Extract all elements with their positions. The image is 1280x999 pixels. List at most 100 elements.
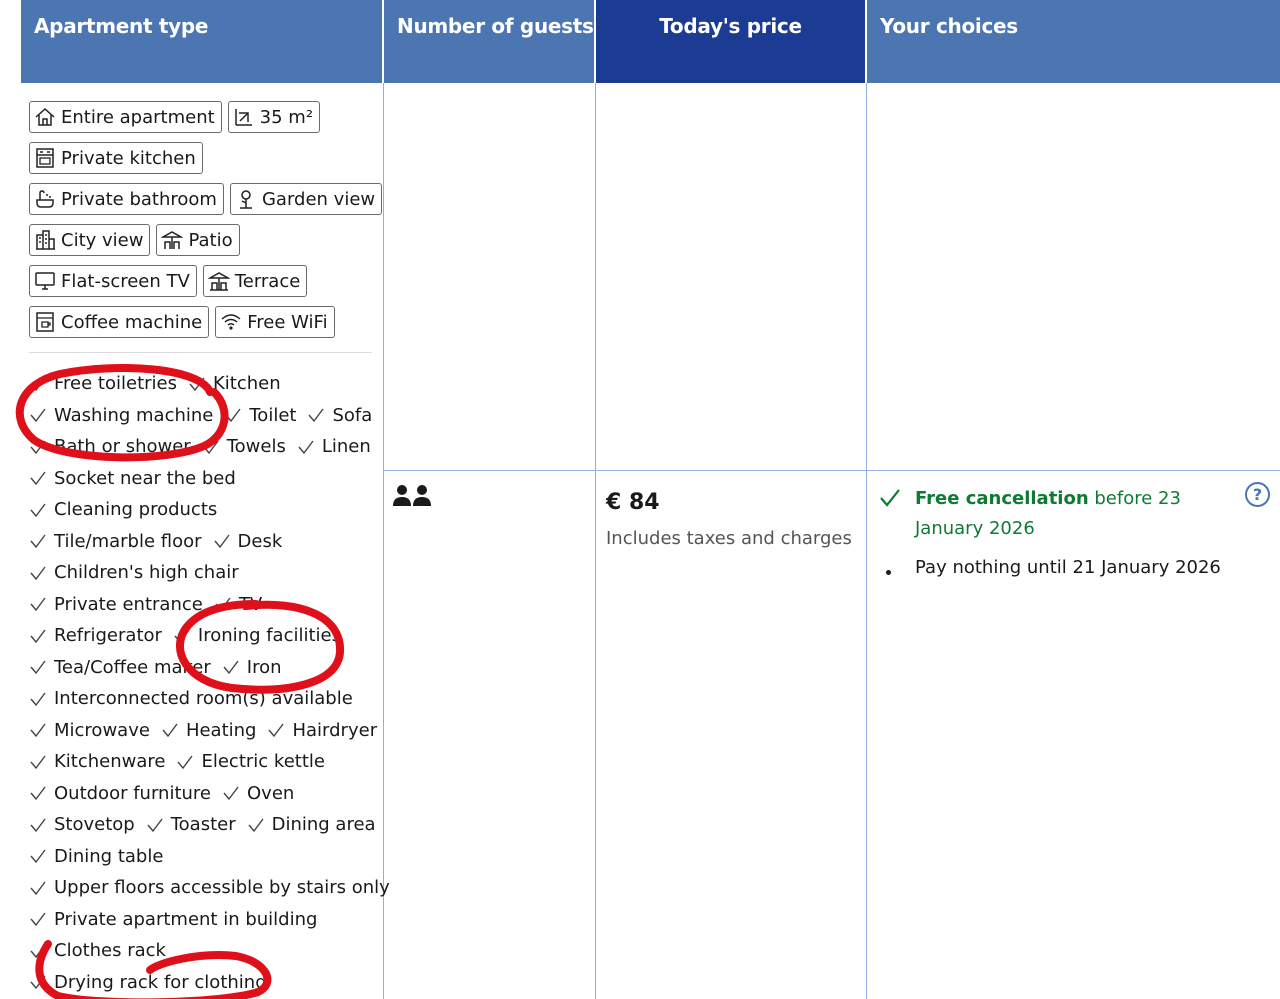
column-header-todays-price: Today's price xyxy=(596,0,865,83)
floor-area-icon xyxy=(234,109,252,126)
check-icon xyxy=(30,786,46,801)
amenity-item: Heating xyxy=(161,720,256,741)
amenity-item: Towels xyxy=(202,436,286,457)
amenity-label: Sofa xyxy=(332,404,373,426)
coffee-machine-icon xyxy=(36,312,54,332)
amenity-label: Toaster xyxy=(170,814,236,836)
check-icon xyxy=(215,597,231,612)
amenity-list: Free toiletries Kitchen Washing machine Toi… xyxy=(29,368,390,999)
amenity-item: Interconnected room(s) available xyxy=(29,688,353,709)
amenity-label: Cleaning products xyxy=(54,499,218,521)
amenity-item: Hairdryer xyxy=(267,720,377,741)
amenity-item: Socket near the bed xyxy=(29,468,236,489)
amenity-item: Linen xyxy=(297,436,371,457)
facility-chip-label: Entire apartment xyxy=(61,106,215,128)
check-icon xyxy=(298,440,314,454)
amenity-item: Clothes rack xyxy=(29,940,166,961)
free-cancellation-label: Free cancellation xyxy=(915,488,1089,509)
amenity-item: Tile/marble floor xyxy=(29,531,202,552)
amenity-item: Private apartment in building xyxy=(29,909,317,930)
amenity-line: Dining table xyxy=(29,841,379,873)
amenity-label: Free toiletries xyxy=(54,373,177,395)
facility-chip-label: Free WiFi xyxy=(247,311,328,333)
check-icon xyxy=(248,818,264,832)
chip-row: City view Patio xyxy=(29,224,374,256)
amenity-item: Children's high chair xyxy=(29,562,239,583)
facility-chip-label: Patio xyxy=(188,229,233,251)
amenity-line: Children's high chair xyxy=(29,557,379,589)
check-icon xyxy=(30,440,46,454)
amenity-label: Tea/Coffee maker xyxy=(54,656,211,678)
check-icon xyxy=(30,723,46,738)
amenity-item: Ironing facilities xyxy=(173,625,341,646)
facility-chip: Coffee machine xyxy=(29,306,210,338)
bullet-dot xyxy=(886,570,891,575)
amenity-label: Interconnected room(s) available xyxy=(54,688,353,710)
facility-chip-label: Flat-screen TV xyxy=(61,270,190,292)
amenity-item: Dining area xyxy=(247,814,376,835)
amenity-label: Clothes rack xyxy=(54,940,166,962)
amenity-item: Washing machine xyxy=(29,405,213,426)
check-icon xyxy=(30,408,46,423)
amenity-line: Outdoor furniture Oven xyxy=(29,778,379,810)
wifi-icon xyxy=(221,314,241,330)
amenity-line: Kitchenware Electric kettle xyxy=(29,746,379,778)
amenity-label: Desk xyxy=(237,530,283,552)
amenity-line: Refrigerator Ironing facilities xyxy=(29,620,379,652)
two-guests-icon xyxy=(393,485,431,506)
check-icon xyxy=(30,818,46,832)
amenity-label: Tile/marble floor xyxy=(54,530,202,552)
terrace-icon xyxy=(207,272,230,291)
chip-row: Private bathroom Garden view xyxy=(29,183,383,215)
facility-chip: City view xyxy=(29,224,151,256)
check-icon xyxy=(30,566,46,580)
price-note: Includes taxes and charges xyxy=(606,528,852,549)
amenity-line: Stovetop Toaster Dining area xyxy=(29,809,379,841)
check-icon xyxy=(30,881,46,895)
check-icon xyxy=(30,692,46,706)
amenity-label: Kitchenware xyxy=(54,751,166,773)
amenity-label: TV xyxy=(238,593,263,615)
patio-icon xyxy=(161,231,184,249)
amenity-line: Drying rack for clothing xyxy=(29,967,379,999)
amenity-item: Stovetop xyxy=(29,814,135,835)
amenity-label: Towels xyxy=(226,436,286,458)
chip-row: Coffee machine Free WiFi xyxy=(29,306,374,338)
amenity-line: Microwave Heating Hairdryer xyxy=(29,715,379,747)
check-icon xyxy=(223,660,239,675)
amenity-label: Children's high chair xyxy=(54,562,239,584)
guests-cell xyxy=(392,484,432,512)
amenity-label: Toilet xyxy=(249,404,297,426)
amenity-line: Private entrance TV xyxy=(29,589,379,621)
facility-chip-label: City view xyxy=(61,229,144,251)
check-icon xyxy=(147,818,163,832)
chip-row: Private kitchen xyxy=(29,142,374,174)
amenity-label: Private apartment in building xyxy=(54,908,318,930)
amenity-item: Outdoor furniture xyxy=(29,783,211,804)
amenity-line: Cleaning products xyxy=(29,494,379,526)
amenity-label: Outdoor furniture xyxy=(54,782,211,804)
amenity-label: Linen xyxy=(321,436,371,458)
amenity-line: Upper floors accessible by stairs only xyxy=(29,872,390,904)
amenity-label: Kitchen xyxy=(212,373,281,395)
check-icon xyxy=(174,629,190,643)
amenity-item: Upper floors accessible by stairs only xyxy=(29,877,390,898)
check-icon xyxy=(30,912,46,927)
tv-icon xyxy=(35,272,55,290)
check-icon xyxy=(880,489,900,507)
check-icon xyxy=(30,534,46,549)
facility-chip-label: Private bathroom xyxy=(61,188,217,210)
facility-chip-label: Coffee machine xyxy=(61,311,203,333)
amenity-item: Free toiletries xyxy=(29,373,177,394)
column-divider xyxy=(383,83,384,999)
amenity-line: Interconnected room(s) available xyxy=(29,683,379,715)
amenity-item: Toilet xyxy=(224,405,296,426)
amenity-item: Microwave xyxy=(29,720,150,741)
question-circle-icon[interactable]: ? xyxy=(1245,482,1270,507)
amenity-item: Refrigerator xyxy=(29,625,162,646)
check-icon xyxy=(30,975,46,990)
column-divider xyxy=(595,83,596,999)
facility-chip: Free WiFi xyxy=(215,306,335,338)
facilities-divider xyxy=(29,352,372,353)
amenity-label: Ironing facilities xyxy=(197,625,341,647)
